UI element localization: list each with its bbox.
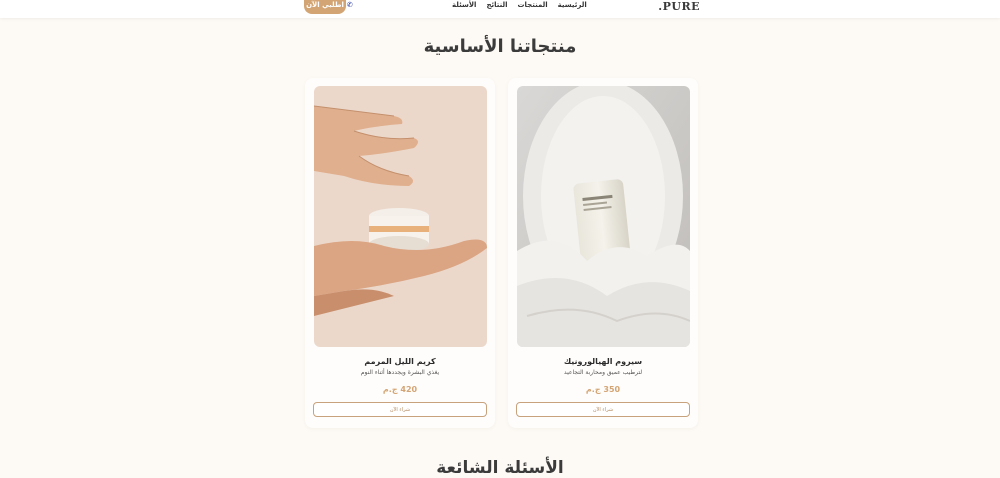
nav-item-home[interactable]: الرئيسية [558,1,587,10]
product-description: لترطيب عميق ومحاربة التجاعيد [563,369,643,376]
order-now-button[interactable]: اطلبي الآن [304,0,346,14]
brand-logo[interactable]: .PURE [658,0,700,13]
products-section-title: منتجاتنا الأساسية [423,36,577,57]
product-price: 350 ج.م [585,385,621,394]
serum-photo [517,86,690,347]
product-name: سيروم الهيالورونيك [563,357,643,366]
product-price: 420 ج.م [382,385,418,394]
product-image[interactable] [517,86,690,347]
product-card: كريم الليل المرمم يغذي البشرة ويجددها أث… [305,78,495,428]
site-header: .PURE الرئيسية المنتجات النتائج الأسئلة … [0,0,1000,18]
product-name: كريم الليل المرمم [364,357,436,366]
nav-item-results[interactable]: النتائج [486,1,507,10]
product-card: سيروم الهيالورونيك لترطيب عميق ومحاربة ا… [508,78,698,428]
product-image[interactable] [314,86,487,347]
buy-now-button[interactable]: شراء الآن [516,402,690,417]
night-cream-photo [314,86,487,347]
main-nav: الرئيسية المنتجات النتائج الأسئلة [452,1,587,10]
nav-item-products[interactable]: المنتجات [518,1,548,10]
product-description: يغذي البشرة ويجددها أثناء النوم [360,369,440,376]
faq-section-title: الأسئلة الشائعة [436,458,564,478]
buy-now-button[interactable]: شراء الآن [313,402,487,417]
nav-item-faq[interactable]: الأسئلة [452,1,476,10]
phone-icon[interactable]: ✆ [347,1,355,9]
